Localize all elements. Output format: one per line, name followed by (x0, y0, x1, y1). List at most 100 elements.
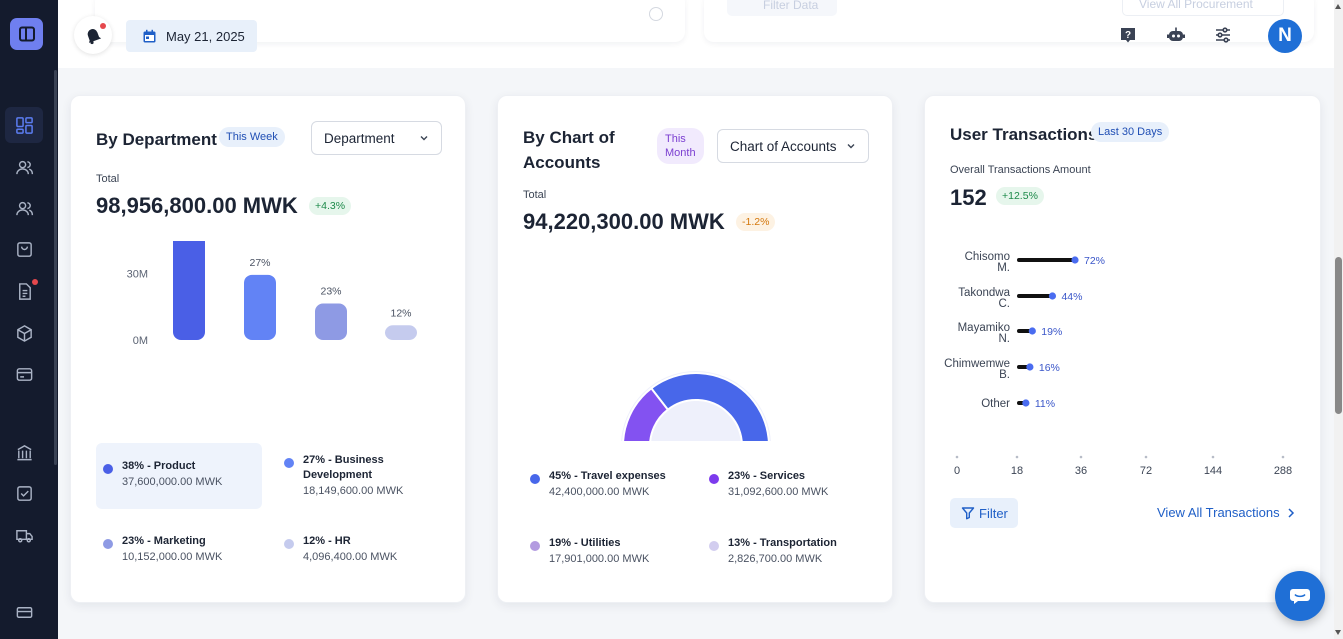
change-badge: -1.2% (736, 213, 776, 231)
bar-value-label: 16% (1039, 362, 1060, 374)
panel-toggle-icon (18, 26, 35, 42)
team-icon (15, 201, 33, 215)
legend-item[interactable]: 27% - Business Development 18,149,600.00 … (284, 453, 413, 499)
info-icon (649, 7, 663, 21)
shopping-bag-icon (16, 241, 32, 257)
truck-icon (15, 529, 33, 542)
filter-icon (961, 507, 975, 520)
bar-business-development[interactable] (244, 274, 276, 340)
sidebar-item-tasks[interactable] (5, 475, 43, 511)
legend-dot (284, 458, 294, 468)
legend-amount: 10,152,000.00 MWK (122, 551, 223, 563)
sidebar-toggle-button[interactable] (10, 18, 43, 50)
period-line-2: Month (665, 147, 696, 159)
legend-item[interactable]: 12% - HR 4,096,400.00 MWK (284, 534, 397, 565)
bar-value-label: 23% (320, 286, 341, 298)
sidebar-item-payments[interactable] (5, 356, 43, 392)
legend-item[interactable]: 23% - Services 31,092,600.00 MWK (709, 469, 828, 500)
bar-value-label: 19% (1041, 326, 1062, 338)
x-tick-label: 36 (1075, 465, 1087, 477)
help-button[interactable]: ? (1118, 25, 1138, 45)
box-icon (16, 324, 32, 342)
period-line-1: This (665, 133, 686, 145)
bar-category-label: N. (999, 333, 1011, 345)
legend-dot (530, 474, 540, 484)
bank-icon (16, 444, 32, 460)
bar-value-label: 27% (249, 257, 270, 269)
legend-label: 45% - Travel expenses (549, 470, 666, 482)
transaction-bar[interactable] (1017, 258, 1075, 262)
filter-data-button[interactable]: Filter Data (727, 0, 837, 16)
bar-end-dot (1048, 292, 1057, 300)
legend-label: 38% - Product (122, 460, 196, 472)
sidebar-item-users[interactable] (5, 149, 43, 185)
period-badge: This Week (219, 127, 285, 147)
sidebar-item-inventory[interactable] (5, 315, 43, 351)
bar-hr[interactable] (385, 325, 417, 340)
date-picker[interactable]: May 21, 2025 (126, 20, 257, 52)
department-select[interactable]: Department (311, 121, 442, 155)
page-scrollbar[interactable] (1334, 0, 1343, 639)
legend-item[interactable]: 23% - Marketing 10,152,000.00 MWK (103, 534, 222, 565)
notification-button[interactable] (74, 16, 112, 54)
y-tick-label: 0M (133, 335, 148, 347)
legend-item[interactable]: 19% - Utilities 17,901,000.00 MWK (530, 536, 649, 567)
view-all-transactions-link[interactable]: View All Transactions (1157, 505, 1296, 520)
user-avatar[interactable]: N (1268, 19, 1302, 53)
scrollbar-thumb[interactable] (1335, 257, 1342, 414)
x-tick-mark (1144, 455, 1148, 459)
legend-dot (709, 541, 719, 551)
legend-label: 13% - Transportation (728, 537, 837, 549)
x-tick-mark (1281, 455, 1285, 459)
sidebar-item-documents[interactable] (5, 273, 43, 309)
legend-item[interactable]: 45% - Travel expenses 42,400,000.00 MWK (530, 469, 666, 500)
view-all-label: View All Transactions (1157, 505, 1280, 520)
sidebar-item-logistics[interactable] (5, 517, 43, 553)
filter-label: Filter (979, 505, 1008, 521)
chat-support-button[interactable] (1275, 571, 1325, 621)
svg-text:?: ? (1125, 30, 1131, 41)
transaction-bar[interactable] (1017, 294, 1053, 298)
total-amount: 94,220,300.00 MWK (523, 209, 725, 234)
assistant-bot-button[interactable] (1166, 25, 1186, 45)
card-title: By Chart of Accounts (523, 125, 615, 175)
legend-item[interactable]: 38% - Product 37,600,000.00 MWK (103, 459, 222, 490)
robot-icon (1167, 27, 1185, 41)
x-tick-mark (955, 455, 959, 459)
bar-category-label: B. (999, 369, 1010, 381)
sidebar-item-finance[interactable] (5, 434, 43, 470)
scroll-down-arrow-icon[interactable] (1335, 630, 1341, 635)
sidebar-item-team[interactable] (5, 190, 43, 226)
scroll-up-arrow-icon[interactable] (1335, 4, 1341, 9)
bar-value-label: 44% (1061, 291, 1082, 303)
bar-marketing[interactable] (315, 303, 347, 340)
settings-sliders-button[interactable] (1213, 25, 1233, 45)
by-department-card: By Department This Week Department Total… (70, 95, 466, 603)
bar-value-label: 12% (390, 307, 411, 319)
card-title-line-2: Accounts (523, 153, 601, 172)
sidebar-scrollbar[interactable] (54, 70, 57, 465)
view-all-procurement-link[interactable]: View All Procurement (1122, 0, 1284, 16)
legend-dot (103, 464, 113, 474)
legend-text: 38% - Product 37,600,000.00 MWK (122, 459, 222, 490)
total-label: Total (523, 189, 547, 201)
sidebar-item-dashboard[interactable] (5, 107, 43, 143)
x-tick-label: 72 (1140, 465, 1152, 477)
sidebar-item-procurement[interactable] (5, 231, 43, 267)
change-badge: +12.5% (996, 187, 1044, 205)
legend-amount: 4,096,400.00 MWK (303, 551, 398, 563)
filter-button[interactable]: Filter (950, 498, 1018, 528)
legend-dot (709, 474, 719, 484)
sidebar-item-wallet[interactable] (5, 594, 43, 630)
bar-category-label: C. (999, 298, 1011, 310)
total-label: Total (96, 173, 120, 185)
legend-label: 27% - Business Development (303, 454, 384, 481)
chart-of-accounts-select[interactable]: Chart of Accounts (717, 129, 869, 163)
period-badge: This Month (657, 128, 704, 164)
legend-amount: 18,149,600.00 MWK (303, 485, 404, 497)
card-title-line-1: By Chart of (523, 128, 615, 147)
legend-item[interactable]: 13% - Transportation 2,826,700.00 MWK (709, 536, 837, 567)
x-tick-mark (1015, 455, 1019, 459)
bar-product[interactable] (173, 241, 205, 340)
accounts-donut-chart (621, 371, 771, 441)
